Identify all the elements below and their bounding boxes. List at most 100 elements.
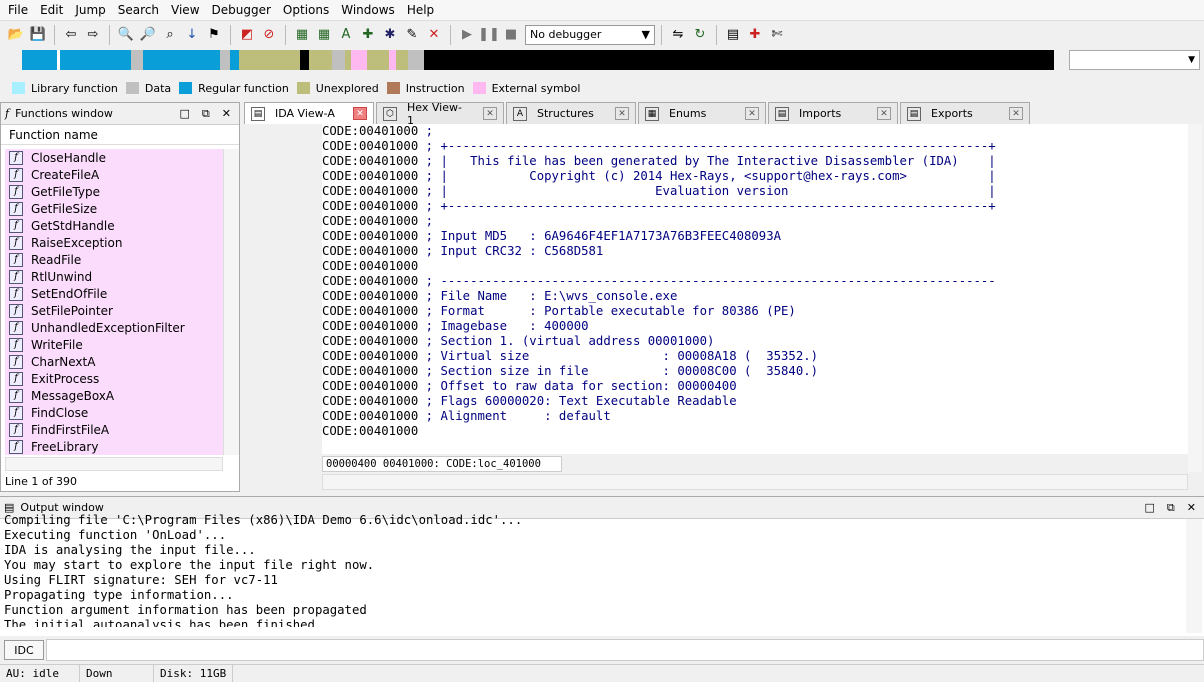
function-list-item[interactable]: f ExitProcess (5, 370, 223, 387)
vertical-scrollbar[interactable] (1188, 124, 1202, 472)
disasm-line: CODE:00401000 ; Input CRC32 : C568D581 (322, 244, 1188, 259)
open-icon[interactable]: 📂 (6, 25, 26, 45)
breakpoints-icon[interactable]: ✄ (767, 25, 787, 45)
tab-icon: A (513, 106, 527, 121)
ida-view[interactable]: CODE:00401000 ; CODE:00401000 ; +--------… (322, 124, 1188, 454)
enum-icon[interactable]: ✱ (380, 25, 400, 45)
function-name: CharNextA (31, 354, 96, 369)
menu-edit[interactable]: Edit (34, 0, 69, 20)
attach-icon[interactable]: ⇋ (668, 25, 688, 45)
save-icon[interactable]: 💾 (28, 25, 48, 45)
command-bar: IDC (0, 638, 1204, 662)
step-icon[interactable]: ↻ (690, 25, 710, 45)
forward-icon[interactable]: ⇨ (83, 25, 103, 45)
play-icon[interactable]: ▶ (457, 25, 477, 45)
flag-icon[interactable]: ⚑ (204, 25, 224, 45)
horizontal-scrollbar[interactable] (322, 474, 1188, 490)
menu-jump[interactable]: Jump (69, 0, 111, 20)
edit-icon[interactable]: ✎ (402, 25, 422, 45)
close-icon[interactable]: ✕ (1187, 501, 1196, 515)
function-list-item[interactable]: f GetStdHandle (5, 217, 223, 234)
menu-search[interactable]: Search (112, 0, 165, 20)
close-icon[interactable]: ✕ (1009, 107, 1023, 120)
function-list-item[interactable]: f FindFirstFileA (5, 421, 223, 438)
legend-label: Data (144, 81, 172, 95)
navigation-band-dropdown[interactable]: ▼ (1069, 50, 1200, 70)
tab-exports[interactable]: ▤ Exports ✕ (900, 102, 1030, 124)
function-list-item[interactable]: f RtlUnwind (5, 268, 223, 285)
tab-enums[interactable]: ▦ Enums ✕ (638, 102, 766, 124)
delete-icon[interactable]: ✕ (424, 25, 444, 45)
data-icon[interactable]: ▦ (314, 25, 334, 45)
search-next-icon[interactable]: ⌕ (160, 25, 180, 45)
disasm-text: ; File Name : E:\wvs_console.exe (418, 289, 678, 303)
tab-imports[interactable]: ▤ Imports ✕ (768, 102, 898, 124)
navigation-band[interactable] (22, 50, 1054, 70)
close-icon[interactable]: ✕ (483, 107, 497, 120)
function-list-item[interactable]: f SetFilePointer (5, 302, 223, 319)
menu-options[interactable]: Options (277, 0, 335, 20)
search-binary-icon[interactable]: 🔍 (116, 25, 136, 45)
close-icon[interactable]: ✕ (615, 107, 629, 120)
menu-view[interactable]: View (165, 0, 205, 20)
pause-icon[interactable]: ❚❚ (478, 25, 500, 45)
vertical-scrollbar[interactable] (1186, 519, 1202, 633)
function-list-item[interactable]: f FreeLibrary (5, 438, 223, 455)
disasm-address: CODE:00401000 (322, 289, 419, 303)
search-text-icon[interactable]: 🔎 (138, 25, 158, 45)
disasm-address: CODE:00401000 (322, 319, 419, 333)
disasm-text: ; Input CRC32 : C568D581 (418, 244, 604, 258)
menu-help[interactable]: Help (401, 0, 440, 20)
menu-debugger[interactable]: Debugger (206, 0, 277, 20)
function-name: FindClose (31, 405, 89, 420)
debugger-select[interactable]: No debugger ▼ (525, 24, 655, 45)
close-icon[interactable]: ✕ (877, 107, 891, 120)
output-line: Executing function 'OnLoad'... (4, 528, 227, 542)
horizontal-scrollbar[interactable] (5, 457, 223, 471)
code-icon[interactable]: ▦ (292, 25, 312, 45)
function-list-item[interactable]: f ReadFile (5, 251, 223, 268)
idc-button[interactable]: IDC (4, 640, 44, 660)
function-list-item[interactable]: f FindClose (5, 404, 223, 421)
jump-icon[interactable]: ↓ (182, 25, 202, 45)
function-icon: f (9, 422, 23, 437)
menu-windows[interactable]: Windows (335, 0, 401, 20)
function-list-item[interactable]: f WriteFile (5, 336, 223, 353)
function-name-header[interactable]: Function name (1, 125, 239, 145)
stop-icon[interactable]: ⊘ (259, 25, 279, 45)
command-input[interactable] (46, 639, 1204, 661)
tab-label: Imports (799, 107, 842, 120)
string-icon[interactable]: A (336, 25, 356, 45)
function-list-item[interactable]: f UnhandledExceptionFilter (5, 319, 223, 336)
back-icon[interactable]: ⇦ (61, 25, 81, 45)
close-icon[interactable]: ✕ (745, 107, 759, 120)
function-list-item[interactable]: f GetFileType (5, 183, 223, 200)
disk-status: Disk: 11GB (154, 665, 234, 682)
function-list-item[interactable]: f CharNextA (5, 353, 223, 370)
restore-icon[interactable]: ⧉ (202, 107, 210, 121)
struct-icon[interactable]: ✚ (358, 25, 378, 45)
function-list-item[interactable]: f RaiseException (5, 234, 223, 251)
tab-ida-view-a[interactable]: ▤ IDA View-A ✕ (244, 102, 374, 124)
menu-file[interactable]: File (2, 0, 34, 20)
function-list-item[interactable]: f GetFileSize (5, 200, 223, 217)
stop-debug-icon[interactable]: ■ (501, 25, 521, 45)
vertical-scrollbar[interactable] (223, 149, 239, 455)
function-list-item[interactable]: f CreateFileA (5, 166, 223, 183)
function-icon: f (9, 286, 23, 301)
float-icon[interactable]: □ (180, 107, 190, 121)
tab-label: Hex View-1 (407, 100, 462, 127)
legend-swatch (179, 82, 193, 94)
function-list-item[interactable]: f SetEndOfFile (5, 285, 223, 302)
close-icon[interactable]: ✕ (222, 107, 231, 121)
tab-structures[interactable]: A Structures ✕ (506, 102, 636, 124)
notes-icon[interactable]: ▤ (723, 25, 743, 45)
function-list-item[interactable]: f MessageBoxA (5, 387, 223, 404)
tab-hex-view-1[interactable]: ⬡ Hex View-1 ✕ (376, 100, 504, 127)
graph-icon[interactable]: ◩ (237, 25, 257, 45)
output-line: Function argument information has been p… (4, 603, 367, 617)
function-list-item[interactable]: f CloseHandle (5, 149, 223, 166)
output-line: Propagating type information... (4, 588, 234, 602)
close-icon[interactable]: ✕ (353, 107, 367, 120)
add-breakpoint-icon[interactable]: ✚ (745, 25, 765, 45)
